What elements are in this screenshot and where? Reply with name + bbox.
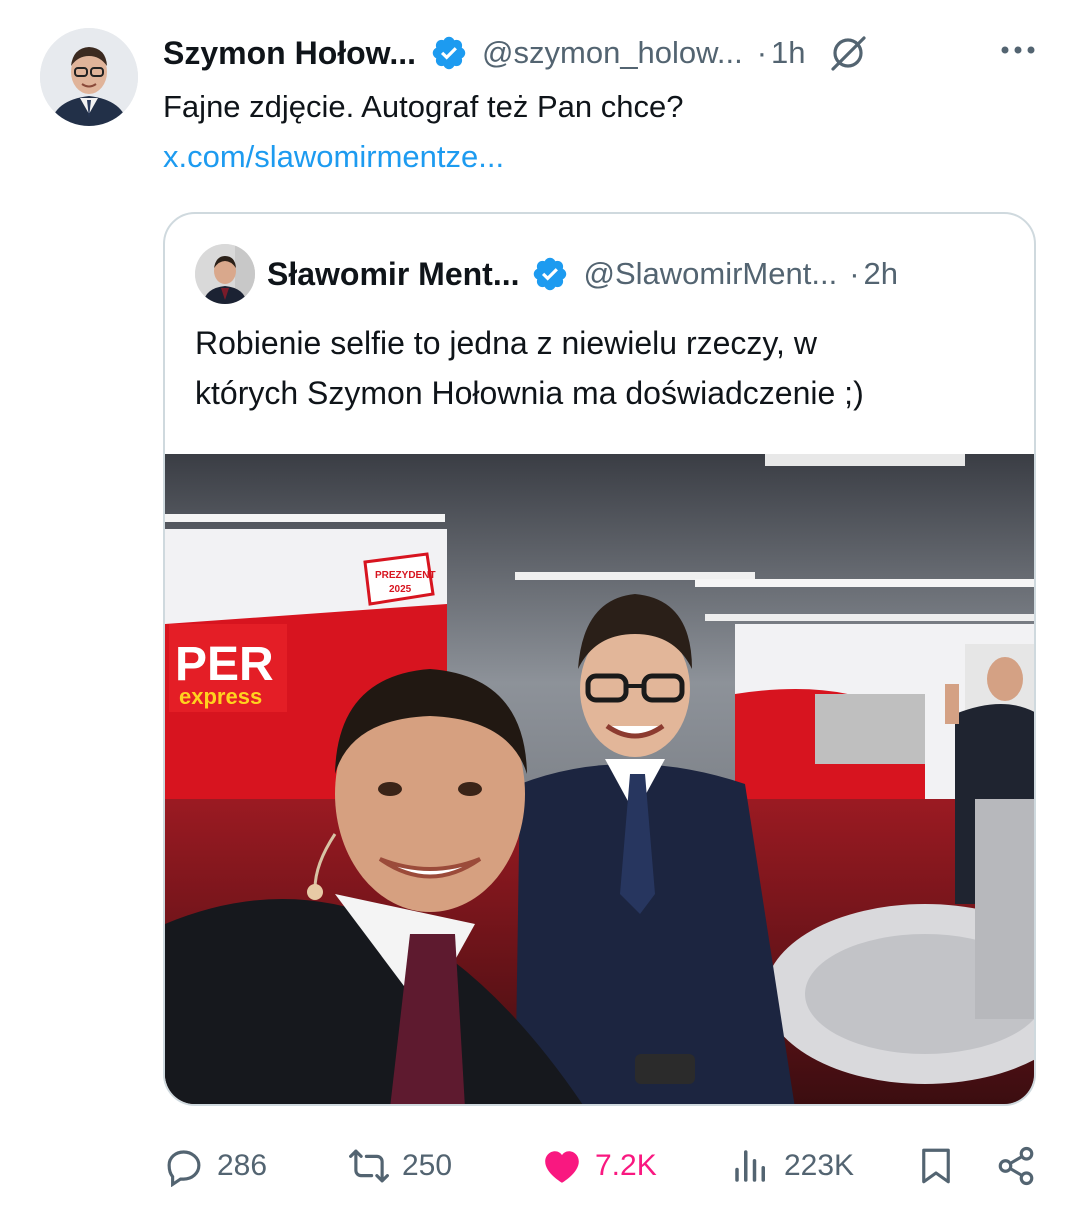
repost-button[interactable]: 250 (348, 1138, 452, 1194)
screen-badge-text: PREZYDENT (375, 570, 436, 581)
tweet-text: Fajne zdjęcie. Autograf też Pan chce? (163, 89, 684, 124)
tweet-time[interactable]: 1h (771, 35, 805, 71)
more-icon[interactable] (1000, 40, 1036, 60)
like-count: 7.2K (595, 1149, 657, 1182)
bookmark-icon (922, 1148, 950, 1184)
action-bar: 286 250 7.2K 223K (0, 1138, 1080, 1194)
quoted-time[interactable]: 2h (864, 256, 898, 292)
quoted-header: Sławomir Ment... @SlawomirMent... · 2h (267, 248, 898, 300)
quoted-tweet[interactable]: Sławomir Ment... @SlawomirMent... · 2h R… (163, 212, 1036, 1106)
verified-badge-icon (432, 36, 466, 70)
reply-icon (167, 1150, 201, 1187)
quoted-author-name[interactable]: Sławomir Ment... (267, 256, 519, 293)
like-icon (545, 1151, 579, 1183)
views-icon (735, 1150, 765, 1182)
author-handle[interactable]: @szymon_holow... (482, 35, 743, 71)
grok-icon[interactable] (828, 33, 868, 73)
screen-badge-year: 2025 (389, 584, 412, 595)
screen-sign-subword: express (179, 684, 262, 709)
separator-dot: · (756, 35, 768, 70)
views-count: 223K (784, 1149, 855, 1182)
tweet-header: Szymon Hołow... @szymon_holow... · 1h (163, 28, 1043, 78)
reply-count: 286 (217, 1149, 268, 1182)
quoted-author-avatar[interactable] (195, 244, 255, 304)
quoted-text: Robienie selfie to jedna z niewielu rzec… (195, 318, 995, 418)
quoted-author-handle[interactable]: @SlawomirMent... (583, 256, 837, 292)
tweet-link[interactable]: x.com/slawomirmentze... (163, 136, 504, 178)
views-button[interactable]: 223K (730, 1138, 854, 1194)
separator-dot: · (849, 256, 860, 291)
verified-badge-icon (534, 257, 567, 291)
author-avatar[interactable] (40, 28, 138, 126)
like-button[interactable]: 7.2K (541, 1138, 657, 1194)
author-name[interactable]: Szymon Hołow... (163, 35, 416, 72)
reply-button[interactable]: 286 (163, 1138, 267, 1194)
share-button[interactable] (995, 1138, 1037, 1194)
quoted-photo[interactable]: PER express PREZYDENT 2025 (165, 454, 1036, 1106)
repost-count: 250 (402, 1149, 453, 1182)
quoted-text-line-2: których Szymon Hołownia ma doświadczenie… (195, 375, 864, 411)
share-icon (998, 1146, 1034, 1186)
repost-icon (349, 1149, 389, 1183)
quoted-text-line-1: Robienie selfie to jedna z niewielu rzec… (195, 325, 817, 361)
bookmark-button[interactable] (915, 1138, 957, 1194)
